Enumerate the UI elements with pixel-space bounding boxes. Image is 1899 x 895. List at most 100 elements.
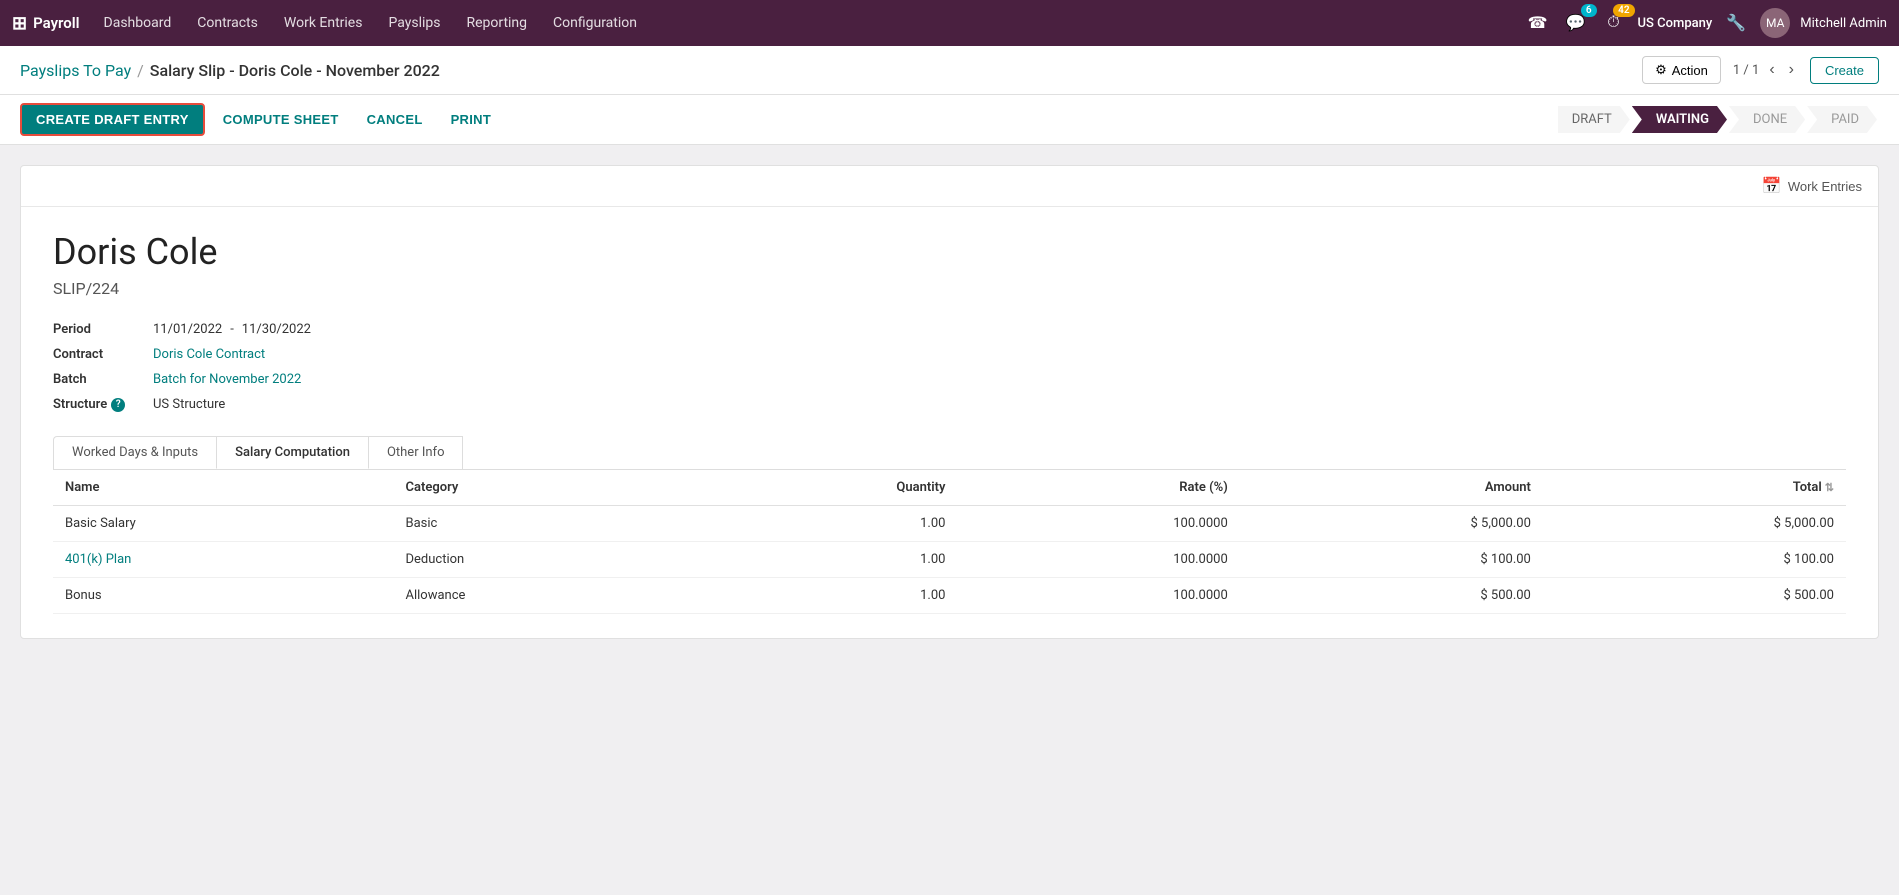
employee-name: Doris Cole [53, 231, 1846, 273]
help-icon[interactable]: ? [111, 398, 125, 412]
breadcrumb-separator: / [137, 61, 144, 80]
sub-header-right: ⚙ Action 1 / 1 ‹ › Create [1642, 56, 1879, 84]
print-button[interactable]: PRINT [441, 105, 502, 134]
tab-worked-days[interactable]: Worked Days & Inputs [53, 436, 217, 469]
row3-amount: $ 500.00 [1240, 578, 1543, 614]
clock-badge: 42 [1613, 4, 1634, 17]
sort-icon[interactable]: ⇅ [1825, 481, 1834, 494]
period-label: Period [53, 322, 153, 337]
action-label: Action [1672, 63, 1708, 78]
calendar-icon: 📅 [1762, 176, 1782, 196]
user-name-label: Mitchell Admin [1800, 16, 1887, 31]
tab-salary-computation[interactable]: Salary Computation [216, 436, 369, 469]
app-logo-area[interactable]: ⊞ Payroll [12, 13, 80, 34]
period-start[interactable]: 11/01/2022 [153, 322, 222, 337]
tab-other-info[interactable]: Other Info [368, 436, 464, 469]
row2-category: Deduction [393, 542, 695, 578]
total-header-label: Total [1793, 480, 1822, 495]
period-row: Period 11/01/2022 - 11/30/2022 [53, 322, 1846, 337]
status-paid[interactable]: PAID [1807, 106, 1877, 133]
work-entries-label: Work Entries [1788, 179, 1862, 194]
pagination-text: 1 / 1 [1733, 63, 1759, 78]
batch-label: Batch [53, 372, 153, 387]
contract-label: Contract [53, 347, 153, 362]
status-draft[interactable]: DRAFT [1558, 106, 1630, 133]
row1-name: Basic Salary [53, 506, 393, 542]
nav-links: Dashboard Contracts Work Entries Payslip… [92, 9, 1520, 37]
nav-payslips[interactable]: Payslips [376, 9, 452, 37]
app-name-label: Payroll [33, 14, 79, 32]
row1-quantity: 1.00 [695, 506, 957, 542]
toolbar-left: CREATE DRAFT ENTRY COMPUTE SHEET CANCEL … [20, 103, 501, 136]
row3-total: $ 500.00 [1543, 578, 1846, 614]
row2-rate: 100.0000 [957, 542, 1239, 578]
nav-right-area: ☎ 💬 6 ⏱ 42 US Company 🔧 MA Mitchell Admi… [1524, 8, 1887, 38]
compute-sheet-button[interactable]: COMPUTE SHEET [213, 105, 349, 134]
user-avatar[interactable]: MA [1760, 8, 1790, 38]
breadcrumb-parent[interactable]: Payslips To Pay [20, 61, 131, 80]
company-name: US Company [1638, 16, 1713, 31]
table-header-row: Name Category Quantity Rate (%) Amount T… [53, 470, 1846, 506]
row1-amount: $ 5,000.00 [1240, 506, 1543, 542]
table-row: 401(k) Plan Deduction 1.00 100.0000 $ 10… [53, 542, 1846, 578]
action-button[interactable]: ⚙ Action [1642, 56, 1721, 84]
chat-badge-btn[interactable]: 💬 6 [1562, 9, 1590, 37]
grid-icon: ⊞ [12, 13, 27, 34]
headset-icon-button[interactable]: ☎ [1524, 9, 1552, 37]
row1-category: Basic [393, 506, 695, 542]
form-toolbar: CREATE DRAFT ENTRY COMPUTE SHEET CANCEL … [0, 95, 1899, 145]
row3-rate: 100.0000 [957, 578, 1239, 614]
batch-row: Batch Batch for November 2022 [53, 372, 1846, 387]
col-header-amount: Amount [1240, 470, 1543, 506]
cancel-button[interactable]: CANCEL [357, 105, 433, 134]
table-row: Bonus Allowance 1.00 100.0000 $ 500.00 $… [53, 578, 1846, 614]
avatar-initials: MA [1766, 16, 1784, 30]
row2-name[interactable]: 401(k) Plan [53, 542, 393, 578]
structure-label-text: Structure [53, 397, 107, 412]
next-page-button[interactable]: › [1785, 59, 1798, 81]
nav-configuration[interactable]: Configuration [541, 9, 649, 37]
period-end[interactable]: 11/30/2022 [242, 322, 311, 337]
status-done[interactable]: DONE [1729, 106, 1805, 133]
create-button[interactable]: Create [1810, 57, 1879, 84]
slip-number: SLIP/224 [53, 279, 1846, 298]
card-top-bar: 📅 Work Entries [21, 166, 1878, 207]
top-navigation: ⊞ Payroll Dashboard Contracts Work Entri… [0, 0, 1899, 46]
nav-work-entries[interactable]: Work Entries [272, 9, 375, 37]
work-entries-button[interactable]: 📅 Work Entries [1762, 176, 1862, 196]
breadcrumb: Payslips To Pay / Salary Slip - Doris Co… [20, 61, 440, 80]
row1-rate: 100.0000 [957, 506, 1239, 542]
breadcrumb-current: Salary Slip - Doris Cole - November 2022 [150, 61, 440, 80]
row3-name: Bonus [53, 578, 393, 614]
settings-icon-button[interactable]: 🔧 [1722, 9, 1750, 37]
contract-row: Contract Doris Cole Contract [53, 347, 1846, 362]
nav-reporting[interactable]: Reporting [454, 9, 539, 37]
col-header-quantity: Quantity [695, 470, 957, 506]
prev-page-button[interactable]: ‹ [1765, 59, 1778, 81]
chat-badge: 6 [1581, 4, 1597, 17]
gear-icon: ⚙ [1655, 62, 1667, 78]
card-body: Doris Cole SLIP/224 Period 11/01/2022 - … [21, 207, 1878, 638]
row2-amount: $ 100.00 [1240, 542, 1543, 578]
nav-contracts[interactable]: Contracts [185, 9, 270, 37]
row2-quantity: 1.00 [695, 542, 957, 578]
period-separator: - [230, 322, 234, 337]
nav-dashboard[interactable]: Dashboard [92, 9, 184, 37]
period-value: 11/01/2022 - 11/30/2022 [153, 322, 311, 337]
col-header-rate: Rate (%) [957, 470, 1239, 506]
pagination: 1 / 1 ‹ › [1733, 59, 1798, 81]
main-content: 📅 Work Entries Doris Cole SLIP/224 Perio… [0, 145, 1899, 659]
info-fields: Period 11/01/2022 - 11/30/2022 Contract … [53, 322, 1846, 412]
table-row: Basic Salary Basic 1.00 100.0000 $ 5,000… [53, 506, 1846, 542]
clock-badge-btn[interactable]: ⏱ 42 [1600, 9, 1628, 37]
create-draft-entry-button[interactable]: CREATE DRAFT ENTRY [20, 103, 205, 136]
row3-quantity: 1.00 [695, 578, 957, 614]
batch-value[interactable]: Batch for November 2022 [153, 372, 301, 387]
col-header-total: Total ⇅ [1543, 470, 1846, 506]
sub-header: Payslips To Pay / Salary Slip - Doris Co… [0, 46, 1899, 95]
contract-value[interactable]: Doris Cole Contract [153, 347, 265, 362]
structure-label-container: Structure ? [53, 397, 153, 412]
row1-total: $ 5,000.00 [1543, 506, 1846, 542]
status-waiting[interactable]: WAITING [1632, 106, 1727, 133]
status-bar: DRAFT WAITING DONE PAID [1558, 106, 1879, 133]
